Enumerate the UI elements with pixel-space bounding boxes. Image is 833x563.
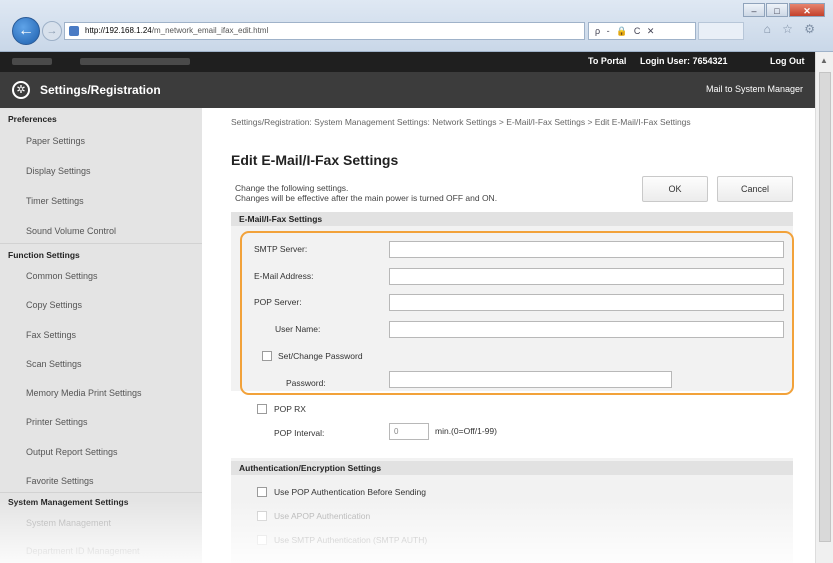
pop-interval-unit: min.(0=Off/1-99) <box>435 426 497 436</box>
auth-panel-title: Authentication/Encryption Settings <box>231 461 793 475</box>
minimize-button[interactable]: – <box>743 3 765 17</box>
maximize-button[interactable]: □ <box>766 3 788 17</box>
sidebar-item-output-report[interactable]: Output Report Settings <box>26 447 118 457</box>
forward-button[interactable]: → <box>42 21 62 41</box>
arrow-right-icon: → <box>46 25 58 37</box>
sidebar-item-scan-settings[interactable]: Scan Settings <box>26 359 82 369</box>
sidebar-item-system-management[interactable]: System Management <box>26 518 111 528</box>
arrow-left-icon: ← <box>18 22 34 39</box>
pop-server-field[interactable] <box>389 294 784 311</box>
pop-server-label: POP Server: <box>254 297 302 307</box>
pop-auth-before-sending-checkbox[interactable] <box>257 487 267 497</box>
sidebar-section-system-management: System Management Settings <box>8 497 129 507</box>
sidebar-section-preferences: Preferences <box>8 114 57 124</box>
address-tools[interactable]: ρ - 🔒 C ✕ <box>588 22 696 40</box>
sidebar-item-display-settings[interactable]: Display Settings <box>26 166 91 176</box>
smtp-server-label: SMTP Server: <box>254 244 308 254</box>
breadcrumb: Settings/Registration: System Management… <box>231 117 691 127</box>
page-title: Edit E-Mail/I-Fax Settings <box>231 152 399 168</box>
email-ifax-panel-title: E-Mail/I-Fax Settings <box>231 212 793 226</box>
apop-auth-label: Use APOP Authentication <box>274 511 371 521</box>
ok-button[interactable]: OK <box>642 176 708 202</box>
pop-rx-label: POP RX <box>274 404 306 414</box>
sidebar-item-fax-settings[interactable]: Fax Settings <box>26 330 76 340</box>
settings-title-bar: ✲ Settings/Registration Mail to System M… <box>0 72 815 108</box>
scroll-up-icon[interactable]: ▲ <box>820 56 828 65</box>
instruction-line-1: Change the following settings. <box>235 183 349 193</box>
sidebar-item-printer-settings[interactable]: Printer Settings <box>26 417 88 427</box>
app-header-bar: To Portal Login User: 7654321 Log Out <box>0 52 815 72</box>
pop-auth-before-sending-label: Use POP Authentication Before Sending <box>274 487 426 497</box>
instructions: Change the following settings. Changes w… <box>235 183 497 203</box>
window-controls: – □ ✕ <box>743 3 825 17</box>
sidebar-item-common-settings[interactable]: Common Settings <box>26 271 98 281</box>
url-path: /m_network_email_ifax_edit.html <box>151 26 269 35</box>
set-change-password-checkbox[interactable] <box>262 351 272 361</box>
page-scrollbar[interactable]: ▲ <box>815 52 833 563</box>
cancel-button[interactable]: Cancel <box>717 176 793 202</box>
pop-rx-checkbox[interactable] <box>257 404 267 414</box>
smtp-auth-label: Use SMTP Authentication (SMTP AUTH) <box>274 535 428 545</box>
email-address-field[interactable] <box>389 268 784 285</box>
sidebar-section-function: Function Settings <box>8 250 80 260</box>
browser-toolbar-icons[interactable]: ⌂ ☆ ⚙ <box>764 22 819 36</box>
set-change-password-label: Set/Change Password <box>278 351 363 361</box>
main-content: Settings/Registration: System Management… <box>202 108 815 563</box>
sidebar-item-memory-media[interactable]: Memory Media Print Settings <box>26 388 142 398</box>
user-name-label: User Name: <box>275 324 321 334</box>
sidebar-item-timer-settings[interactable]: Timer Settings <box>26 196 84 206</box>
sidebar-divider <box>0 492 202 493</box>
settings-gear-icon: ✲ <box>12 81 30 99</box>
scrollbar-thumb[interactable] <box>819 72 831 542</box>
log-out-link[interactable]: Log Out <box>770 56 805 66</box>
sidebar-item-paper-settings[interactable]: Paper Settings <box>26 136 85 146</box>
blurred-model-name <box>80 58 190 65</box>
browser-toolbar: – □ ✕ ← → http://192.168.1.24/m_network_… <box>0 0 833 52</box>
page-icon <box>69 26 79 36</box>
sidebar-item-department-id[interactable]: Department ID Management <box>26 546 140 556</box>
apop-auth-checkbox[interactable] <box>257 511 267 521</box>
login-user-label: Login User: 7654321 <box>640 56 728 66</box>
user-name-field[interactable] <box>389 321 784 338</box>
email-address-label: E-Mail Address: <box>254 271 314 281</box>
mail-system-manager-link[interactable]: Mail to System Manager <box>706 84 803 94</box>
close-window-button[interactable]: ✕ <box>789 3 825 17</box>
browser-tab[interactable] <box>698 22 744 40</box>
to-portal-link[interactable]: To Portal <box>588 56 626 66</box>
password-field[interactable] <box>389 371 672 388</box>
sidebar: Preferences Paper Settings Display Setti… <box>0 108 202 563</box>
address-bar[interactable]: http://192.168.1.24/m_network_email_ifax… <box>64 22 585 40</box>
smtp-auth-checkbox[interactable] <box>257 535 267 545</box>
pop-interval-label: POP Interval: <box>274 428 325 438</box>
pop-interval-field[interactable]: 0 <box>389 423 429 440</box>
smtp-server-field[interactable] <box>389 241 784 258</box>
sidebar-item-sound-volume[interactable]: Sound Volume Control <box>26 226 116 236</box>
back-button[interactable]: ← <box>12 17 40 45</box>
url-host: http://192.168.1.24 <box>85 26 152 35</box>
blurred-device-name <box>12 58 52 65</box>
password-label: Password: <box>286 378 326 388</box>
instruction-line-2: Changes will be effective after the main… <box>235 193 498 203</box>
sidebar-item-copy-settings[interactable]: Copy Settings <box>26 300 82 310</box>
sidebar-divider <box>0 243 202 244</box>
sidebar-item-favorite-settings[interactable]: Favorite Settings <box>26 476 94 486</box>
settings-title: Settings/Registration <box>40 83 161 97</box>
